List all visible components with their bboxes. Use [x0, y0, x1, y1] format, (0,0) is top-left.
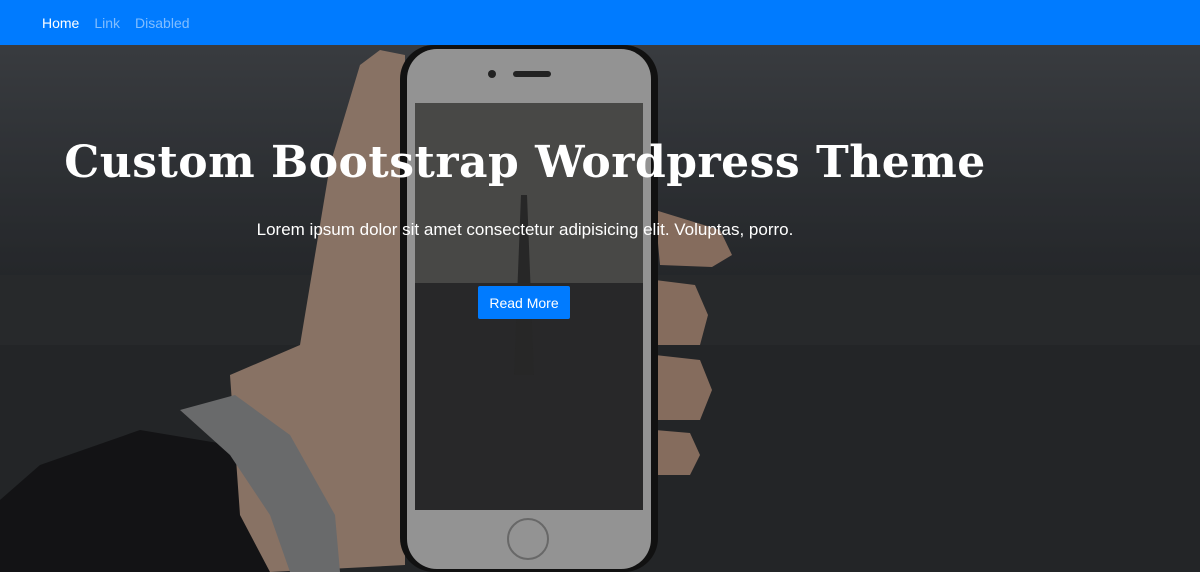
- nav-link-home[interactable]: Home: [42, 15, 79, 31]
- hero-dark-overlay: [0, 45, 1200, 572]
- hero-title: Custom Bootstrap Wordpress Theme: [64, 137, 986, 188]
- top-navbar: Home Link Disabled: [0, 0, 1200, 45]
- nav-link-disabled: Disabled: [135, 14, 190, 31]
- hero-subtitle: Lorem ipsum dolor sit amet consectetur a…: [256, 220, 794, 239]
- read-more-button[interactable]: Read More: [478, 286, 570, 319]
- nav-link-link[interactable]: Link: [94, 15, 120, 31]
- hero-section: Custom Bootstrap Wordpress Theme Lorem i…: [0, 45, 1200, 572]
